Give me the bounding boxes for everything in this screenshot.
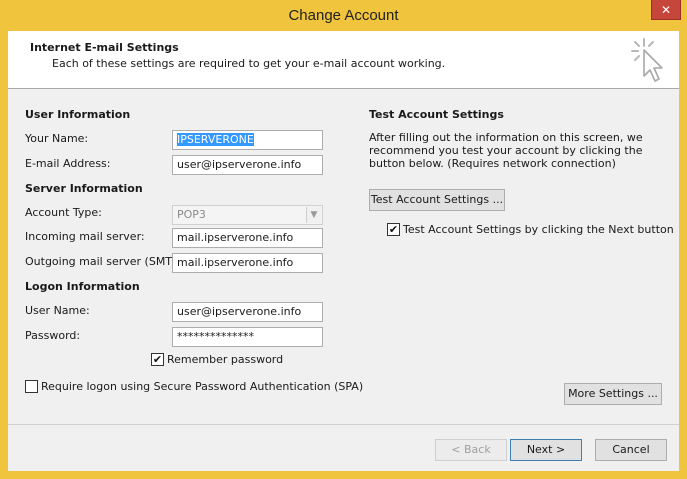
- incoming-server-label: Incoming mail server:: [25, 230, 145, 243]
- cancel-button[interactable]: Cancel: [595, 439, 667, 461]
- checkmark-icon: ✔: [388, 223, 399, 236]
- test-settings-description: After filling out the information on thi…: [369, 131, 643, 170]
- header-separator: [8, 88, 679, 89]
- checkmark-icon: ✔: [152, 353, 163, 366]
- window-title: Change Account: [288, 7, 399, 24]
- remember-password-label: Remember password: [167, 353, 284, 366]
- auto-test-label: Test Account Settings by clicking the Ne…: [403, 223, 674, 236]
- your-name-field[interactable]: IPSERVERONE: [172, 130, 323, 150]
- your-name-label: Your Name:: [25, 132, 89, 145]
- incoming-server-field[interactable]: mail.ipserverone.info: [172, 228, 323, 248]
- outgoing-server-field[interactable]: mail.ipserverone.info: [172, 253, 323, 273]
- logon-info-heading: Logon Information: [25, 280, 140, 293]
- dialog-body: [8, 31, 679, 471]
- account-type-label: Account Type:: [25, 206, 102, 219]
- your-name-value: IPSERVERONE: [177, 133, 254, 146]
- back-button[interactable]: < Back: [435, 439, 507, 461]
- cursor-click-icon: [631, 38, 663, 82]
- footer-separator: [8, 424, 679, 425]
- outgoing-server-label: Outgoing mail server (SMTP):: [25, 255, 187, 268]
- auto-test-checkbox[interactable]: ✔: [387, 223, 400, 236]
- server-info-heading: Server Information: [25, 182, 143, 195]
- test-account-settings-button[interactable]: Test Account Settings ...: [369, 189, 505, 211]
- account-type-select: POP3 ▼: [172, 205, 323, 225]
- header-title: Internet E-mail Settings: [30, 41, 179, 54]
- password-label: Password:: [25, 329, 81, 342]
- remember-password-checkbox[interactable]: ✔: [151, 353, 164, 366]
- password-field[interactable]: **************: [172, 327, 323, 347]
- header-subtitle: Each of these settings are required to g…: [52, 57, 446, 70]
- close-button[interactable]: ✕: [651, 0, 681, 20]
- test-settings-heading: Test Account Settings: [369, 108, 504, 121]
- more-settings-button[interactable]: More Settings ...: [564, 383, 662, 405]
- user-info-heading: User Information: [25, 108, 131, 121]
- chevron-down-icon: ▼: [306, 207, 321, 223]
- user-name-label: User Name:: [25, 304, 90, 317]
- spa-checkbox[interactable]: [25, 380, 38, 393]
- next-button[interactable]: Next >: [510, 439, 582, 461]
- user-name-field[interactable]: user@ipserverone.info: [172, 302, 323, 322]
- spa-label: Require logon using Secure Password Auth…: [41, 380, 364, 393]
- email-address-field[interactable]: user@ipserverone.info: [172, 155, 323, 175]
- account-type-value: POP3: [177, 208, 206, 221]
- email-address-label: E-mail Address:: [25, 157, 111, 170]
